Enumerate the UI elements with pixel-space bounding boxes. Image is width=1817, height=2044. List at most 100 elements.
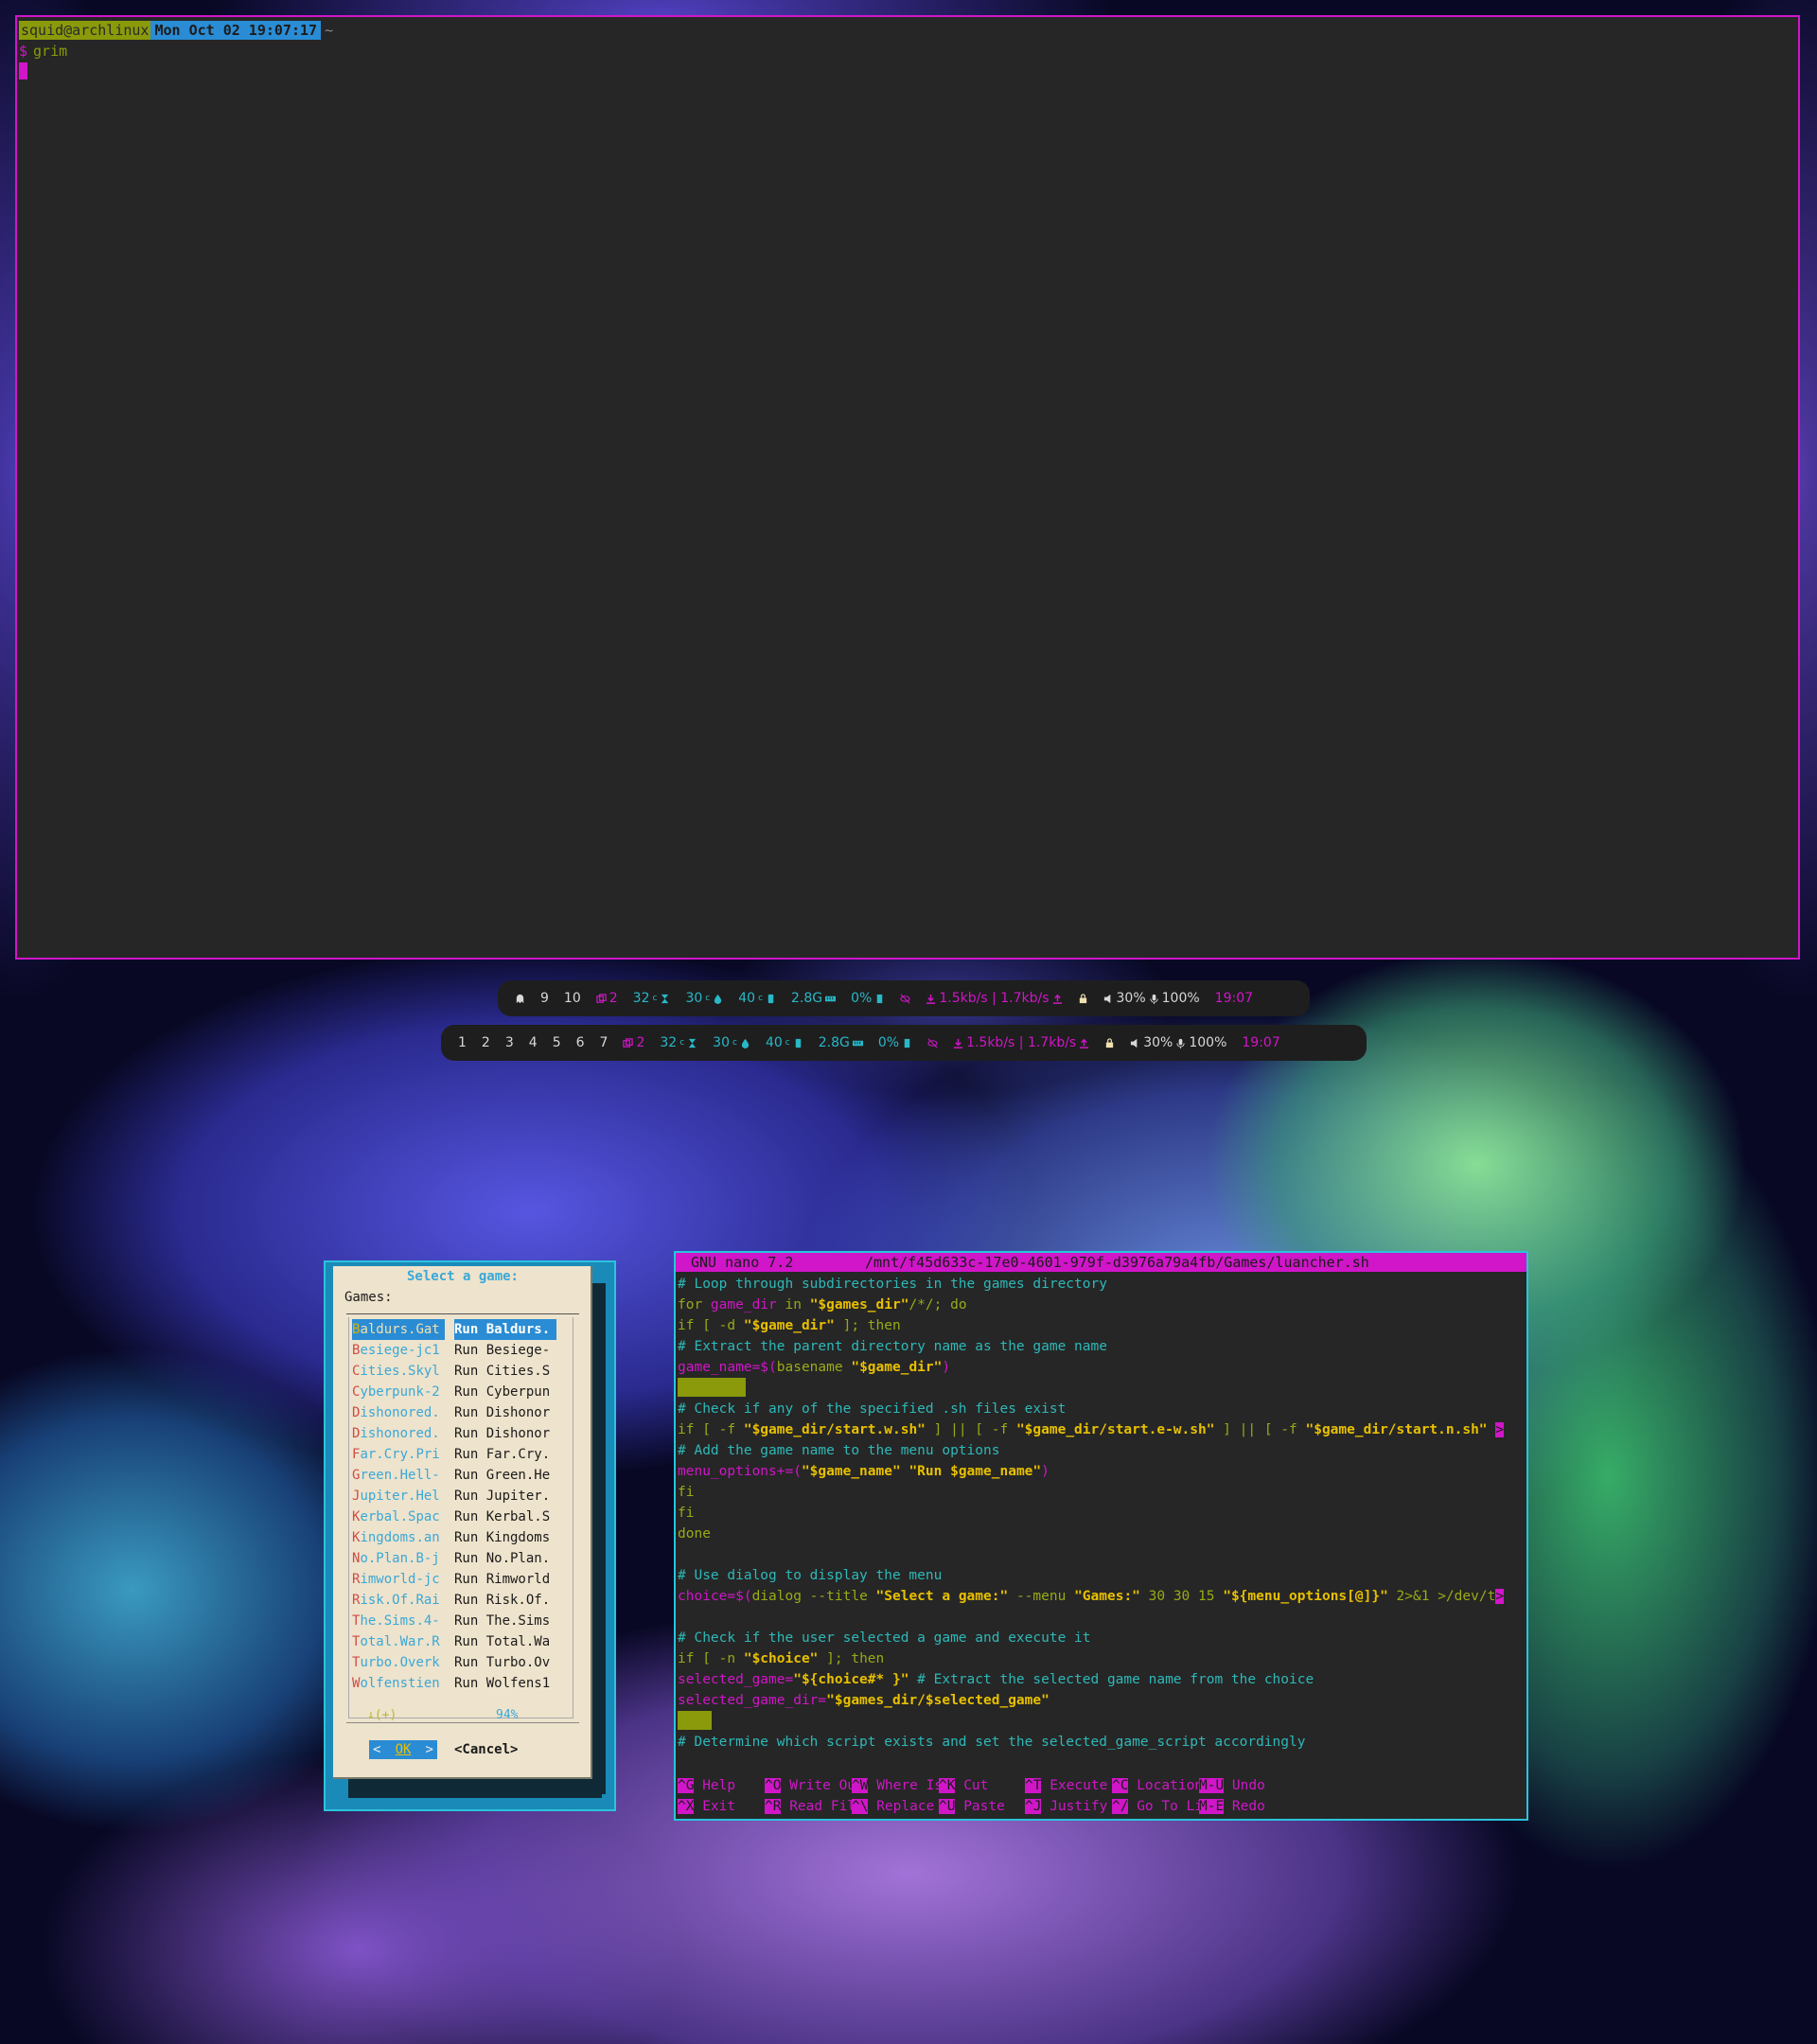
dialog-prompt: Games: bbox=[344, 1290, 393, 1305]
speaker-icon bbox=[1131, 1038, 1138, 1048]
shortcut-justify[interactable]: ^J Justify bbox=[1025, 1796, 1107, 1817]
menu-item[interactable]: Besiege-jc1 Run Besiege- bbox=[352, 1340, 556, 1361]
shortcut-label: Execute bbox=[1041, 1778, 1108, 1793]
lock-module[interactable] bbox=[1078, 993, 1088, 1004]
code-token: selected_game= bbox=[678, 1672, 794, 1687]
workspace-5[interactable]: 5 bbox=[553, 1035, 561, 1050]
workspace-2[interactable]: 2 bbox=[482, 1035, 490, 1050]
upload-icon bbox=[1080, 1038, 1089, 1048]
workspace-1[interactable]: 1 bbox=[458, 1035, 467, 1050]
code-token: # Check if the user selected a game and … bbox=[678, 1630, 1091, 1646]
cpu-temp-module: 32 c bbox=[660, 1035, 697, 1050]
code-area[interactable]: # Loop through subdirectories in the gam… bbox=[678, 1274, 1505, 1753]
menu-item-tag-text: ishonored. bbox=[360, 1405, 440, 1420]
ok-label: OK bbox=[395, 1742, 412, 1757]
disk-value: 0% bbox=[877, 1035, 900, 1050]
code-line: for game_dir in "$games_dir"/*/; do bbox=[678, 1295, 1504, 1315]
shortcut-execute[interactable]: ^T Execute bbox=[1025, 1775, 1107, 1796]
menu-item[interactable]: Dishonored. Run Dishonor bbox=[352, 1423, 556, 1444]
clock[interactable]: 19:07 bbox=[1242, 1035, 1279, 1050]
shortcut-undo[interactable]: M-U Undo bbox=[1199, 1775, 1265, 1796]
shortcut-key: ^W bbox=[852, 1778, 869, 1793]
shortcut-write-out[interactable]: ^O Write Out bbox=[765, 1775, 864, 1796]
menu-item[interactable]: Cyberpunk-2 Run Cyberpun bbox=[352, 1382, 556, 1402]
menu-item[interactable]: Dishonored. Run Dishonor bbox=[352, 1402, 556, 1423]
shortcut-paste[interactable]: ^U Paste bbox=[939, 1796, 1005, 1817]
menu-item-tag: Cities.Skyl bbox=[352, 1361, 445, 1382]
menu-item[interactable]: Kingdoms.an Run Kingdoms bbox=[352, 1527, 556, 1548]
code-token: "$game_dir" bbox=[743, 1318, 835, 1333]
menu-item[interactable]: Cities.Skyl Run Cities.S bbox=[352, 1361, 556, 1382]
shortcut-cut[interactable]: ^K Cut bbox=[939, 1775, 988, 1796]
menu-item-description: Run No.Plan. bbox=[454, 1551, 551, 1566]
lock-module[interactable] bbox=[1104, 1037, 1115, 1048]
menu-item[interactable]: Wolfenstien Run Wolfens1 bbox=[352, 1673, 556, 1694]
code-token: fi bbox=[678, 1506, 695, 1521]
menu-item[interactable]: Kerbal.Spac Run Kerbal.S bbox=[352, 1507, 556, 1527]
menu-item-description: Run Total.Wa bbox=[454, 1634, 551, 1649]
dialog-terminal-window[interactable]: Select a game: Games: ↓(+) 94% < OK > <C… bbox=[324, 1260, 616, 1811]
shortcut-help[interactable]: ^G Help bbox=[678, 1775, 735, 1796]
workspace-10[interactable]: 10 bbox=[564, 991, 581, 1006]
network-module: 1.5kb/s | 1.7kb/s bbox=[926, 991, 1062, 1006]
menu-item[interactable]: Rimworld-jc Run Rimworld bbox=[352, 1569, 556, 1590]
menu-item[interactable]: Risk.Of.Rai Run Risk.Of. bbox=[352, 1590, 556, 1611]
menu-item-description: Run Kingdoms bbox=[454, 1530, 551, 1545]
code-line: fi bbox=[678, 1503, 1504, 1524]
code-line bbox=[678, 1711, 1504, 1732]
shortcut-where-is[interactable]: ^W Where Is bbox=[852, 1775, 943, 1796]
launcher-icon[interactable] bbox=[515, 994, 525, 1004]
shortcut-key: ^G bbox=[678, 1778, 695, 1793]
menu-item[interactable]: Green.Hell- Run Green.He bbox=[352, 1465, 556, 1486]
menu-item[interactable]: Far.Cry.Pri Run Far.Cry. bbox=[352, 1444, 556, 1465]
menu-item[interactable]: Baldurs.Gat Run Baldurs. bbox=[352, 1319, 556, 1340]
privacy-module[interactable] bbox=[927, 1038, 938, 1048]
memory-value: 2.8G bbox=[818, 1035, 850, 1050]
disk-icon bbox=[904, 1038, 910, 1048]
cancel-button[interactable]: <Cancel> bbox=[454, 1740, 518, 1759]
code-token: "$game_name" bbox=[801, 1464, 901, 1479]
memory-icon bbox=[825, 996, 837, 1001]
code-line: done bbox=[678, 1524, 1504, 1544]
shortcut-label: Undo bbox=[1224, 1778, 1265, 1793]
code-token: "${choice#* }" bbox=[793, 1672, 909, 1687]
workspace-9[interactable]: 9 bbox=[540, 991, 549, 1006]
shortcut-read-file[interactable]: ^R Read File bbox=[765, 1796, 864, 1817]
lock-icon bbox=[1106, 1037, 1114, 1048]
ok-bracket-left: < bbox=[373, 1742, 381, 1757]
workspace-3[interactable]: 3 bbox=[505, 1035, 514, 1050]
audio-module[interactable]: 30% 100% bbox=[1130, 1035, 1226, 1050]
shortcut-key: ^/ bbox=[1112, 1799, 1129, 1814]
menu-item[interactable]: Jupiter.Hel Run Jupiter. bbox=[352, 1486, 556, 1507]
workspace-6[interactable]: 6 bbox=[576, 1035, 585, 1050]
nano-editor-window[interactable]: GNU nano 7.2/mnt/f45d633c-17e0-4601-979f… bbox=[674, 1251, 1528, 1821]
shortcut-replace[interactable]: ^\ Replace bbox=[852, 1796, 934, 1817]
gpu-icon bbox=[795, 1038, 801, 1048]
ok-button[interactable]: < OK > bbox=[369, 1740, 437, 1759]
workspace-7[interactable]: 7 bbox=[600, 1035, 609, 1050]
menu-item-tag: Baldurs.Gat bbox=[352, 1319, 445, 1340]
menu-item[interactable]: No.Plan.B-j Run No.Plan. bbox=[352, 1548, 556, 1569]
code-token: "$game_dir" bbox=[851, 1360, 943, 1375]
shortcut-exit[interactable]: ^X Exit bbox=[678, 1796, 735, 1817]
dialog-shadow bbox=[592, 1283, 606, 1794]
terminal-window[interactable]: squid@archlinux Mon Oct 02 19:07:17 ~ $ g… bbox=[15, 15, 1800, 960]
code-token: # Loop through subdirectories in the gam… bbox=[678, 1277, 1107, 1292]
workspace-4[interactable]: 4 bbox=[529, 1035, 538, 1050]
menu-item[interactable]: Total.War.R Run Total.Wa bbox=[352, 1631, 556, 1652]
shortcut-redo[interactable]: M-E Redo bbox=[1199, 1796, 1265, 1817]
memory-value: 2.8G bbox=[791, 991, 823, 1006]
menu-item[interactable]: The.Sims.4- Run The.Sims bbox=[352, 1611, 556, 1631]
cpu-temp-value: 32 bbox=[660, 1035, 678, 1050]
code-token: # Extract the selected game name from th… bbox=[917, 1672, 1314, 1687]
menu-item[interactable]: Turbo.Overk Run Turbo.Ov bbox=[352, 1652, 556, 1673]
clock[interactable]: 19:07 bbox=[1215, 991, 1253, 1006]
shortcut-location[interactable]: ^C Location bbox=[1112, 1775, 1203, 1796]
privacy-module[interactable] bbox=[900, 994, 910, 1004]
audio-module[interactable]: 30% 100% bbox=[1103, 991, 1200, 1006]
menu-item-tag: Kerbal.Spac bbox=[352, 1507, 445, 1527]
droplet-icon bbox=[714, 994, 722, 1004]
menu-item-tag: Kingdoms.an bbox=[352, 1527, 445, 1548]
code-token: if [ -d bbox=[678, 1318, 744, 1333]
shortcut-key: ^\ bbox=[852, 1799, 869, 1814]
